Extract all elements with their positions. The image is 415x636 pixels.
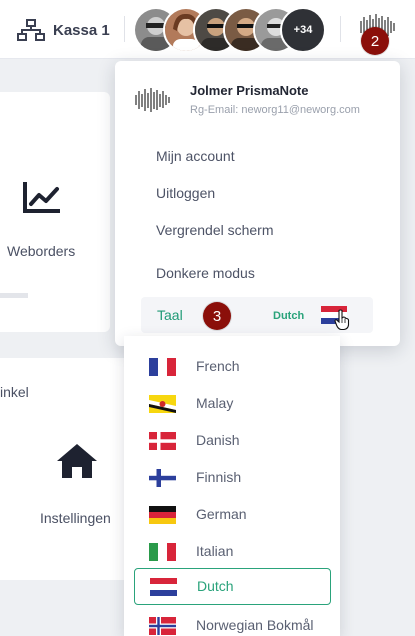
finland-flag-icon (149, 469, 176, 487)
italy-flag-icon (149, 543, 176, 561)
step-badge-3: 3 (203, 302, 231, 330)
language-option-finnish[interactable]: Finnish (124, 459, 340, 496)
language-label: Taal (157, 307, 183, 323)
user-dropdown-menu: Jolmer PrismaNote Rg-Email: neworg11@new… (115, 61, 400, 346)
language-name: Malay (196, 395, 234, 411)
language-option-danish[interactable]: Danish (124, 422, 340, 459)
language-selector[interactable]: Taal Dutch (141, 297, 373, 333)
language-name: German (196, 506, 247, 522)
more-users-count[interactable]: +34 (280, 7, 326, 53)
netherlands-flag-icon (150, 578, 177, 596)
register-label: Kassa 1 (53, 21, 110, 39)
top-bar: Kassa 1 +34 (0, 0, 415, 59)
chart-line-icon (22, 180, 62, 219)
network-icon (17, 19, 45, 41)
divider (124, 16, 125, 42)
language-name: Italian (196, 543, 234, 559)
settings-card[interactable]: inkel Instellingen (0, 358, 135, 580)
denmark-flag-icon (149, 432, 176, 450)
language-name: Norwegian Bokmål (196, 617, 314, 633)
menu-item-my-account[interactable]: Mijn account (156, 148, 235, 164)
home-icon (55, 442, 99, 485)
brunei-flag-icon (149, 395, 176, 413)
current-language: Dutch (273, 310, 305, 322)
user-email: Rg-Email: neworg11@neworg.com (190, 104, 360, 116)
germany-flag-icon (149, 506, 176, 524)
language-name: Danish (196, 432, 240, 448)
register-selector[interactable]: Kassa 1 (17, 19, 110, 41)
language-name: French (196, 358, 240, 374)
settings-label: Instellingen (40, 510, 111, 526)
language-list: French Malay Danish Finnish German Itali… (124, 336, 340, 636)
language-option-italian[interactable]: Italian (124, 533, 340, 570)
divider (340, 16, 341, 42)
progress-track (0, 293, 28, 298)
shop-label-partial: inkel (0, 384, 29, 400)
step-badge-2: 2 (361, 27, 389, 55)
menu-item-dark-mode[interactable]: Donkere modus (156, 265, 255, 281)
user-avatar (133, 86, 173, 119)
weborders-label: Weborders (7, 243, 76, 259)
language-option-french[interactable]: French (124, 348, 340, 385)
norway-flag-icon (149, 617, 176, 635)
language-option-malay[interactable]: Malay (124, 385, 340, 422)
menu-item-logout[interactable]: Uitloggen (156, 185, 215, 201)
language-option-german[interactable]: German (124, 496, 340, 533)
france-flag-icon (149, 358, 176, 376)
user-name: Jolmer PrismaNote (190, 83, 309, 98)
language-name: Finnish (196, 469, 242, 485)
menu-item-lock-screen[interactable]: Vergrendel scherm (156, 222, 274, 238)
language-option-dutch[interactable]: Dutch (134, 568, 331, 605)
language-option-norwegian[interactable]: Norwegian Bokmål (124, 607, 340, 636)
hand-cursor-icon (334, 309, 350, 336)
language-name: Dutch (197, 578, 234, 594)
